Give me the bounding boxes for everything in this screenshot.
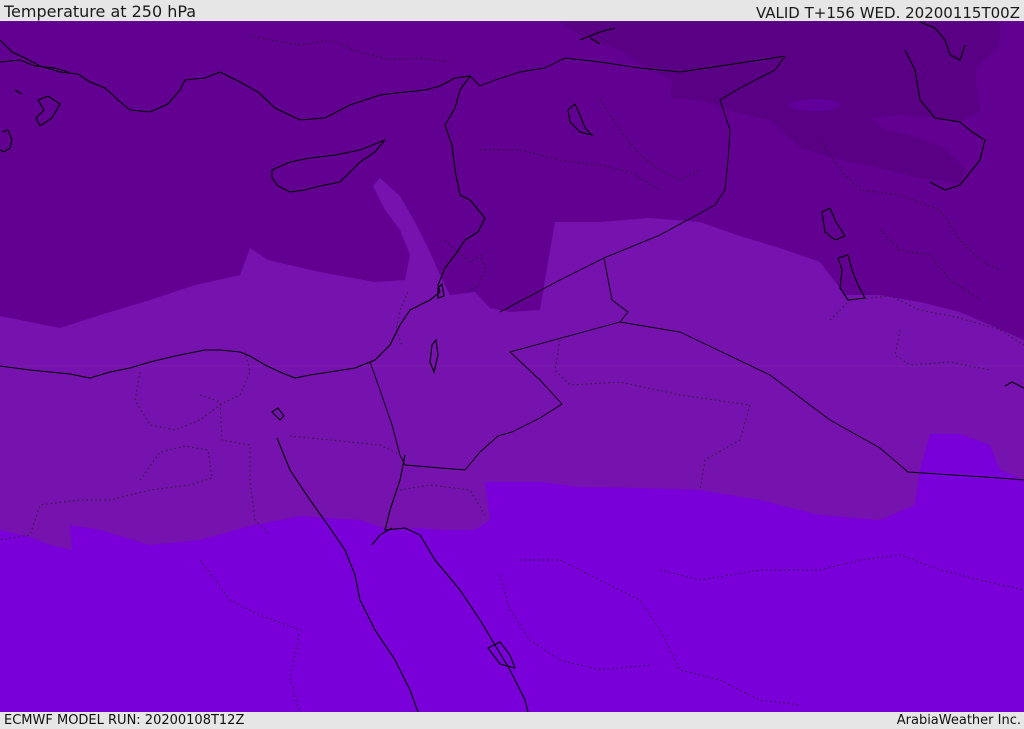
temperature-map [0, 21, 1024, 712]
header-bar: Temperature at 250 hPa VALID T+156 WED. … [0, 0, 1024, 22]
band-coldest-patch [790, 99, 840, 111]
model-run: ECMWF MODEL RUN: 20200108T12Z [4, 713, 245, 728]
footer-bar: ECMWF MODEL RUN: 20200108T12Z ArabiaWeat… [0, 712, 1024, 729]
credit-label: ArabiaWeather Inc. [896, 713, 1021, 728]
map-area[interactable] [0, 21, 1024, 712]
valid-time: VALID T+156 WED. 20200115T00Z [755, 4, 1020, 22]
map-title: Temperature at 250 hPa [4, 2, 197, 21]
